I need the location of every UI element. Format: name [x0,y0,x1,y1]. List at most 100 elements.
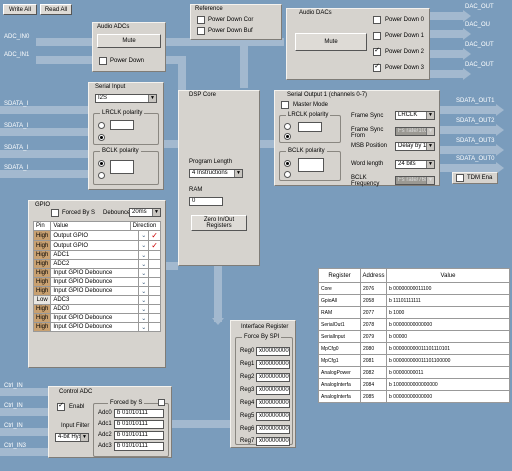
zero-registers-button[interactable]: Zero In/Out Registers [191,215,247,231]
gpio-row-checkbox[interactable] [148,286,161,296]
input-filter-select[interactable]: 4-bit Hyst ▼ [55,433,89,442]
adc-power-down-checkbox[interactable] [99,57,107,65]
reg-value-input[interactable]: x00000000 [256,425,290,434]
gpio-row-checkbox[interactable]: ✓ [148,240,161,251]
reg-value-input[interactable]: x00000000 [256,412,290,421]
gpio-pin-toggle[interactable]: High [32,322,52,332]
si-bclk-radio-falling[interactable] [98,172,105,179]
chevron-down-icon[interactable]: ⌄ [138,240,150,251]
dac-pd3-checkbox[interactable] [373,64,381,72]
gpio-row-checkbox[interactable] [148,250,161,260]
adc-value-input[interactable]: b 01010111 [114,420,164,429]
tdm-enable-checkbox[interactable] [456,174,464,182]
dac-mute-button[interactable]: Mute [295,33,367,51]
gpio-value-cell[interactable]: ADC0 [50,304,140,314]
chevron-down-icon[interactable]: ⌄ [138,259,150,269]
so-bclk-radio-falling[interactable] [284,171,291,178]
gpio-row-checkbox[interactable] [148,268,161,278]
register-value-cell[interactable]: b 00000000011 [386,366,510,379]
reg-value-input[interactable]: x00000000 [256,386,290,395]
ref-pd-buf-checkbox[interactable] [197,27,205,35]
reg-value-input[interactable]: x00000000 [256,360,290,369]
chevron-down-icon[interactable]: ⌄ [138,322,150,332]
gpio-row-checkbox[interactable]: ✓ [148,230,161,241]
reg-value-input[interactable]: x00000000 [256,373,290,382]
chevron-down-icon[interactable]: ⌄ [138,268,150,278]
dac-pd2-checkbox[interactable] [373,48,381,56]
register-value-cell[interactable]: b 11101111111 [386,294,510,307]
read-all-button[interactable]: Read All [40,4,72,15]
adc-value-input[interactable]: b 01010111 [114,431,164,440]
gpio-value-cell[interactable]: Output GPIO [50,240,140,251]
master-mode-checkbox[interactable] [281,101,289,109]
register-value-cell[interactable]: b 1000000000000000 [386,378,510,391]
register-value-cell[interactable]: b 000000000011101100000 [386,354,510,367]
si-lrclk-radio-rising[interactable] [98,122,105,129]
gpio-row-checkbox[interactable] [148,277,161,287]
register-value-cell[interactable]: b 000000000011101110101 [386,342,510,355]
gpio-pin-toggle[interactable]: High [32,240,52,251]
gpio-row-checkbox[interactable] [148,304,161,314]
gpio-row-checkbox[interactable] [148,313,161,323]
adc-mute-button[interactable]: Mute [97,34,161,48]
gpio-pin-toggle[interactable]: High [32,286,52,296]
register-value-cell[interactable]: b 00000000000000 [386,318,510,331]
gpio-value-cell[interactable]: Input GPIO Debounce [50,268,140,278]
adc-value-input[interactable]: b 01010111 [114,442,164,451]
program-length-select[interactable]: 4 Instructions ▼ [189,169,243,178]
reg-value-input[interactable]: x00000000 [256,347,290,356]
reg-value-input[interactable]: x00000000 [256,437,290,446]
chevron-down-icon[interactable]: ⌄ [138,230,150,241]
gpio-row-checkbox[interactable] [148,295,161,305]
gpio-value-cell[interactable]: Input GPIO Debounce [50,286,140,296]
gpio-forced-checkbox[interactable] [51,209,59,217]
so-lrclk-radio-falling[interactable] [284,133,291,140]
gpio-value-cell[interactable]: ADC3 [50,295,140,305]
reg-value-input[interactable]: x00000000 [256,399,290,408]
chevron-down-icon[interactable]: ⌄ [138,250,150,260]
chevron-down-icon[interactable]: ⌄ [138,295,150,305]
bclk-select[interactable]: Fs rate/768 ▼ [395,176,435,185]
gpio-value-cell[interactable]: Input GPIO Debounce [50,313,140,323]
chevron-down-icon[interactable]: ⌄ [138,277,150,287]
control-adc-forced-checkbox[interactable] [158,399,165,406]
ram-input[interactable]: 0 [189,197,223,206]
gpio-pin-toggle[interactable]: High [32,230,52,241]
register-value-cell[interactable]: b 1000 [386,306,510,319]
dac-pd0-checkbox[interactable] [373,16,381,24]
so-bclk-radio-rising[interactable] [284,160,291,167]
gpio-pin-toggle[interactable]: High [32,277,52,287]
si-lrclk-radio-falling[interactable] [98,134,105,141]
gpio-value-cell[interactable]: ADC1 [50,250,140,260]
gpio-pin-toggle[interactable]: High [32,313,52,323]
control-adc-enable-checkbox[interactable] [57,403,65,411]
gpio-row-checkbox[interactable] [148,322,161,332]
gpio-pin-toggle[interactable]: Low [32,295,52,305]
gpio-value-cell[interactable]: Input GPIO Debounce [50,322,140,332]
register-value-cell[interactable]: b 00000 [386,330,510,343]
register-value-cell[interactable]: b 00000000011100 [386,282,510,295]
chevron-down-icon[interactable]: ⌄ [138,313,150,323]
gpio-pin-toggle[interactable]: High [32,304,52,314]
dac-pd1-checkbox[interactable] [373,32,381,40]
si-bclk-radio-rising[interactable] [98,160,105,167]
gpio-value-cell[interactable]: Input GPIO Debounce [50,277,140,287]
serial-input-format-select[interactable]: I2S ▼ [95,94,157,103]
gpio-pin-toggle[interactable]: High [32,268,52,278]
frame-sync-from-select[interactable]: Fs rate/1024 ▼ [395,127,435,136]
chevron-down-icon[interactable]: ⌄ [138,304,150,314]
gpio-pin-toggle[interactable]: High [32,250,52,260]
debounce-select[interactable]: 20ms ▼ [129,208,161,217]
register-value-cell[interactable]: b 00000000000000 [386,390,510,403]
so-lrclk-radio-rising[interactable] [284,123,291,130]
chevron-down-icon[interactable]: ⌄ [138,286,150,296]
gpio-value-cell[interactable]: ADC2 [50,259,140,269]
gpio-pin-toggle[interactable]: High [32,259,52,269]
gpio-row-checkbox[interactable] [148,259,161,269]
write-all-button[interactable]: Write All [3,4,37,15]
gpio-value-cell[interactable]: Output GPIO [50,230,140,241]
word-length-select[interactable]: 24 bits ▼ [395,160,435,169]
frame-sync-select[interactable]: LRCLK ▼ [395,111,435,120]
adc-value-input[interactable]: b 01010111 [114,409,164,418]
ref-pd-cor-checkbox[interactable] [197,16,205,24]
